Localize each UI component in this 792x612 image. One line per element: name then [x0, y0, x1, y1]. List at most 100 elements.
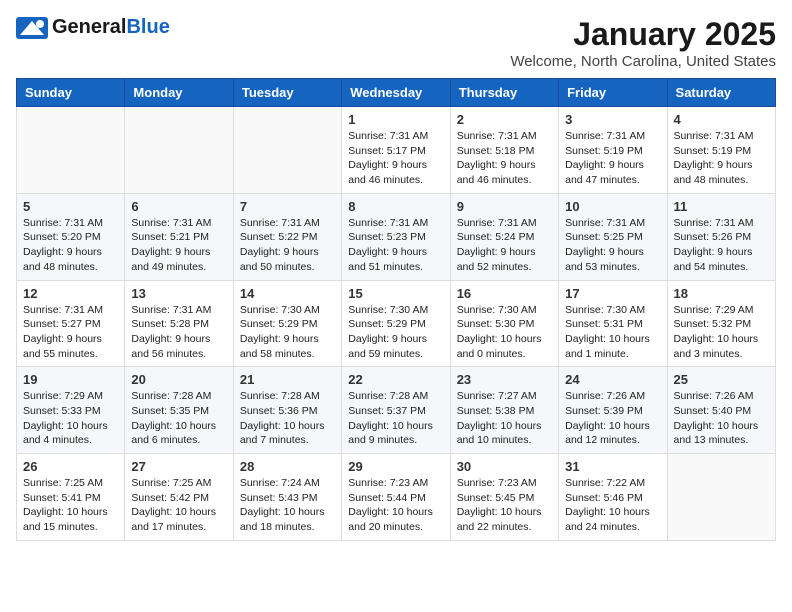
day-info: Sunrise: 7:31 AMSunset: 5:19 PMDaylight:… — [674, 129, 769, 188]
calendar-cell — [125, 107, 233, 194]
day-info: Sunrise: 7:30 AMSunset: 5:31 PMDaylight:… — [565, 303, 660, 362]
weekday-header-wednesday: Wednesday — [342, 79, 450, 107]
day-number: 9 — [457, 199, 552, 214]
weekday-header-sunday: Sunday — [17, 79, 125, 107]
day-number: 13 — [131, 286, 226, 301]
calendar-cell: 18 Sunrise: 7:29 AMSunset: 5:32 PMDayligh… — [667, 280, 775, 367]
calendar-cell: 1Sunrise: 7:31 AMSunset: 5:17 PMDaylight… — [342, 107, 450, 194]
calendar-cell: 5 Sunrise: 7:31 AMSunset: 5:20 PMDaylight… — [17, 193, 125, 280]
day-number: 1 — [348, 112, 443, 127]
day-number: 3 — [565, 112, 660, 127]
weekday-header-friday: Friday — [559, 79, 667, 107]
calendar-cell: 22 Sunrise: 7:28 AMSunset: 5:37 PMDayligh… — [342, 367, 450, 454]
day-info: Sunrise: 7:22 AMSunset: 5:46 PMDaylight:… — [565, 476, 660, 535]
day-info: Sunrise: 7:31 AMSunset: 5:23 PMDaylight:… — [348, 216, 443, 275]
day-number: 8 — [348, 199, 443, 214]
day-info: Sunrise: 7:31 AMSunset: 5:24 PMDaylight:… — [457, 216, 552, 275]
day-info: Sunrise: 7:29 AMSunset: 5:33 PMDaylight:… — [23, 389, 118, 448]
header: GeneralBlue January 2025 Welcome, North … — [16, 16, 776, 70]
calendar-cell: 17 Sunrise: 7:30 AMSunset: 5:31 PMDayligh… — [559, 280, 667, 367]
day-info: Sunrise: 7:31 AMSunset: 5:21 PMDaylight:… — [131, 216, 226, 275]
day-info: Sunrise: 7:31 AMSunset: 5:28 PMDaylight:… — [131, 303, 226, 362]
week-row-1: 5 Sunrise: 7:31 AMSunset: 5:20 PMDaylight… — [17, 193, 776, 280]
day-number: 16 — [457, 286, 552, 301]
day-number: 23 — [457, 372, 552, 387]
weekday-header-tuesday: Tuesday — [233, 79, 341, 107]
weekday-header-row: SundayMondayTuesdayWednesdayThursdayFrid… — [17, 79, 776, 107]
day-info: Sunrise: 7:29 AMSunset: 5:32 PMDaylight:… — [674, 303, 769, 362]
day-number: 27 — [131, 459, 226, 474]
day-info: Sunrise: 7:25 AMSunset: 5:41 PMDaylight:… — [23, 476, 118, 535]
day-number: 12 — [23, 286, 118, 301]
month-title: January 2025 — [510, 16, 776, 53]
day-number: 29 — [348, 459, 443, 474]
calendar-cell: 6 Sunrise: 7:31 AMSunset: 5:21 PMDaylight… — [125, 193, 233, 280]
calendar-cell: 31 Sunrise: 7:22 AMSunset: 5:46 PMDayligh… — [559, 454, 667, 541]
calendar-cell: 26Sunrise: 7:25 AMSunset: 5:41 PMDayligh… — [17, 454, 125, 541]
day-number: 20 — [131, 372, 226, 387]
day-info: Sunrise: 7:23 AMSunset: 5:44 PMDaylight:… — [348, 476, 443, 535]
day-info: Sunrise: 7:26 AMSunset: 5:40 PMDaylight:… — [674, 389, 769, 448]
calendar-cell: 11Sunrise: 7:31 AMSunset: 5:26 PMDayligh… — [667, 193, 775, 280]
week-row-2: 12 Sunrise: 7:31 AMSunset: 5:27 PMDayligh… — [17, 280, 776, 367]
calendar-cell: 24Sunrise: 7:26 AMSunset: 5:39 PMDayligh… — [559, 367, 667, 454]
calendar-cell: 2 Sunrise: 7:31 AMSunset: 5:18 PMDaylight… — [450, 107, 558, 194]
day-number: 18 — [674, 286, 769, 301]
day-info: Sunrise: 7:31 AMSunset: 5:26 PMDaylight:… — [674, 216, 769, 275]
calendar-cell: 28 Sunrise: 7:24 AMSunset: 5:43 PMDayligh… — [233, 454, 341, 541]
calendar-cell: 9 Sunrise: 7:31 AMSunset: 5:24 PMDaylight… — [450, 193, 558, 280]
calendar-cell: 19 Sunrise: 7:29 AMSunset: 5:33 PMDayligh… — [17, 367, 125, 454]
day-info: Sunrise: 7:28 AMSunset: 5:36 PMDaylight:… — [240, 389, 335, 448]
day-number: 28 — [240, 459, 335, 474]
day-number: 4 — [674, 112, 769, 127]
calendar-cell: 3 Sunrise: 7:31 AMSunset: 5:19 PMDaylight… — [559, 107, 667, 194]
title-area: January 2025 Welcome, North Carolina, Un… — [510, 16, 776, 70]
day-number: 6 — [131, 199, 226, 214]
day-number: 15 — [348, 286, 443, 301]
week-row-3: 19 Sunrise: 7:29 AMSunset: 5:33 PMDayligh… — [17, 367, 776, 454]
day-info: Sunrise: 7:28 AMSunset: 5:35 PMDaylight:… — [131, 389, 226, 448]
day-info: Sunrise: 7:30 AMSunset: 5:30 PMDaylight:… — [457, 303, 552, 362]
day-number: 2 — [457, 112, 552, 127]
calendar-cell: 20 Sunrise: 7:28 AMSunset: 5:35 PMDayligh… — [125, 367, 233, 454]
calendar-cell: 21 Sunrise: 7:28 AMSunset: 5:36 PMDayligh… — [233, 367, 341, 454]
day-info: Sunrise: 7:31 AMSunset: 5:25 PMDaylight:… — [565, 216, 660, 275]
day-number: 22 — [348, 372, 443, 387]
weekday-header-saturday: Saturday — [667, 79, 775, 107]
calendar-table: SundayMondayTuesdayWednesdayThursdayFrid… — [16, 78, 776, 541]
day-number: 25 — [674, 372, 769, 387]
day-number: 5 — [23, 199, 118, 214]
day-info: Sunrise: 7:24 AMSunset: 5:43 PMDaylight:… — [240, 476, 335, 535]
week-row-0: 1Sunrise: 7:31 AMSunset: 5:17 PMDaylight… — [17, 107, 776, 194]
day-info: Sunrise: 7:31 AMSunset: 5:22 PMDaylight:… — [240, 216, 335, 275]
day-info: Sunrise: 7:30 AMSunset: 5:29 PMDaylight:… — [348, 303, 443, 362]
day-info: Sunrise: 7:28 AMSunset: 5:37 PMDaylight:… — [348, 389, 443, 448]
day-number: 10 — [565, 199, 660, 214]
day-info: Sunrise: 7:31 AMSunset: 5:19 PMDaylight:… — [565, 129, 660, 188]
calendar-cell: 30 Sunrise: 7:23 AMSunset: 5:45 PMDayligh… — [450, 454, 558, 541]
day-info: Sunrise: 7:27 AMSunset: 5:38 PMDaylight:… — [457, 389, 552, 448]
day-number: 17 — [565, 286, 660, 301]
calendar-cell: 13 Sunrise: 7:31 AMSunset: 5:28 PMDayligh… — [125, 280, 233, 367]
day-info: Sunrise: 7:31 AMSunset: 5:20 PMDaylight:… — [23, 216, 118, 275]
day-number: 30 — [457, 459, 552, 474]
calendar-cell: 10 Sunrise: 7:31 AMSunset: 5:25 PMDayligh… — [559, 193, 667, 280]
calendar-cell — [667, 454, 775, 541]
day-number: 19 — [23, 372, 118, 387]
calendar-cell: 14 Sunrise: 7:30 AMSunset: 5:29 PMDayligh… — [233, 280, 341, 367]
day-info: Sunrise: 7:31 AMSunset: 5:27 PMDaylight:… — [23, 303, 118, 362]
calendar-cell: 12 Sunrise: 7:31 AMSunset: 5:27 PMDayligh… — [17, 280, 125, 367]
day-number: 14 — [240, 286, 335, 301]
day-number: 31 — [565, 459, 660, 474]
day-info: Sunrise: 7:30 AMSunset: 5:29 PMDaylight:… — [240, 303, 335, 362]
logo-icon — [16, 17, 48, 39]
location-title: Welcome, North Carolina, United States — [510, 53, 776, 70]
calendar-cell: 8 Sunrise: 7:31 AMSunset: 5:23 PMDaylight… — [342, 193, 450, 280]
day-info: Sunrise: 7:23 AMSunset: 5:45 PMDaylight:… — [457, 476, 552, 535]
day-info: Sunrise: 7:31 AMSunset: 5:18 PMDaylight:… — [457, 129, 552, 188]
calendar-cell: 16 Sunrise: 7:30 AMSunset: 5:30 PMDayligh… — [450, 280, 558, 367]
weekday-header-monday: Monday — [125, 79, 233, 107]
calendar-cell: 25 Sunrise: 7:26 AMSunset: 5:40 PMDayligh… — [667, 367, 775, 454]
day-number: 21 — [240, 372, 335, 387]
logo-text: GeneralBlue — [52, 16, 170, 39]
